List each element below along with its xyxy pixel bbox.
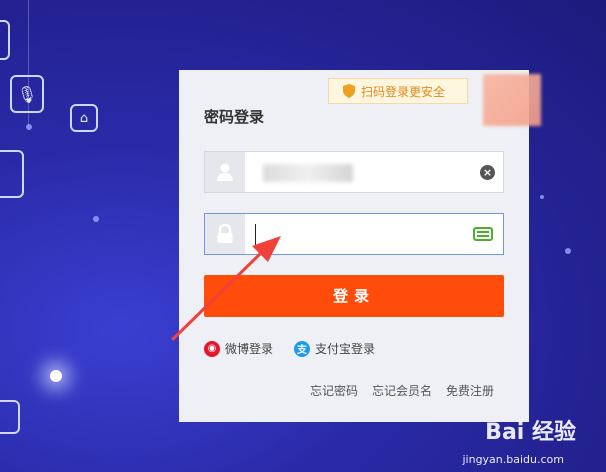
clear-icon[interactable]: × — [480, 165, 495, 180]
password-field[interactable] — [204, 213, 504, 255]
baidu-watermark: Bai 经验 — [485, 420, 576, 445]
keyboard-icon[interactable] — [473, 227, 493, 241]
username-blurred — [263, 164, 353, 182]
bg-dot — [565, 248, 571, 254]
bg-dot — [93, 216, 99, 222]
qr-login-tip[interactable]: 扫码登录更安全 — [328, 78, 468, 104]
lock-icon — [205, 214, 245, 254]
forgot-member-name-link[interactable]: 忘记会员名 — [372, 382, 432, 399]
register-link[interactable]: 免费注册 — [446, 382, 494, 399]
qr-code-corner[interactable] — [483, 74, 541, 126]
microphone-icon: 🎙 — [10, 75, 44, 113]
forgot-password-link[interactable]: 忘记密码 — [310, 382, 358, 399]
chat-icon — [0, 150, 24, 198]
bg-dot — [540, 195, 544, 199]
bg-glow — [50, 370, 62, 382]
user-icon — [205, 152, 245, 192]
weibo-login-label: 微博登录 — [225, 342, 274, 356]
login-button[interactable]: 登录 — [204, 275, 504, 317]
partial-icon — [0, 400, 20, 434]
watermark-url: jingyan.baidu.com — [462, 453, 564, 466]
partial-icon — [0, 20, 10, 60]
weibo-login-link[interactable]: ◉ 微博登录 — [204, 340, 273, 357]
alipay-icon: 支 — [294, 340, 310, 357]
footer-links: 忘记密码 忘记会员名 免费注册 — [310, 382, 494, 399]
alipay-login-link[interactable]: 支 支付宝登录 — [294, 340, 375, 357]
login-panel: 扫码登录更安全 密码登录 × 登录 ◉ 微博登录 支 支付宝登录 忘记密码 忘记… — [179, 70, 541, 422]
qr-tip-label: 扫码登录更安全 — [361, 84, 446, 99]
text-caret — [255, 224, 256, 246]
shield-icon — [343, 84, 355, 98]
username-field[interactable]: × — [204, 151, 504, 193]
hanger-icon: ⌂ — [70, 104, 98, 132]
bg-dot — [26, 124, 32, 130]
page-title: 密码登录 — [204, 108, 265, 126]
weibo-icon: ◉ — [204, 340, 220, 357]
alipay-login-label: 支付宝登录 — [315, 342, 376, 356]
